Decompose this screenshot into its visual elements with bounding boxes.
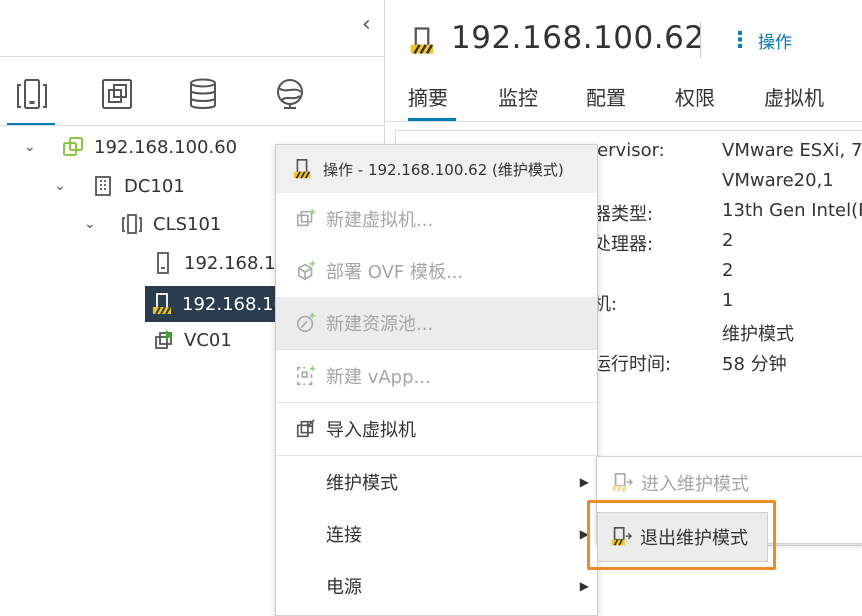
page-title: 192.168.100.62 — [451, 20, 705, 56]
vm-running-icon — [150, 327, 176, 353]
divider — [385, 121, 862, 122]
menu-item-label: 电源 — [326, 577, 362, 598]
tree-item-cluster[interactable]: CLS101 — [119, 210, 221, 238]
tab-vms-and-templates[interactable] — [97, 74, 137, 114]
tab-networking[interactable] — [270, 74, 310, 114]
blank-icon-slot — [293, 573, 319, 599]
menu-item-label: 新建 vApp... — [326, 367, 431, 388]
vcenter-icon — [60, 134, 86, 160]
host-maintenance-icon — [150, 291, 174, 317]
deploy-ovf-icon — [293, 258, 319, 284]
divider — [0, 56, 384, 57]
tree-item-vcenter[interactable]: 192.168.100.60 — [60, 133, 237, 161]
host-icon — [150, 250, 176, 276]
collapse-panel-icon[interactable]: ‹ — [362, 14, 371, 36]
tree-item-label: DC101 — [124, 175, 185, 197]
menu-item-connection[interactable]: 连接 ▶ — [276, 508, 597, 560]
tree-item-label: 192.168.100.60 — [94, 136, 238, 158]
new-vapp-icon — [293, 363, 319, 389]
menu-item-new-resource-pool[interactable]: 新建资源池... — [276, 297, 597, 349]
menu-item-label: 维护模式 — [326, 473, 398, 494]
menu-item-maintenance-mode[interactable]: 维护模式 ▶ — [276, 456, 597, 508]
tab-permissions[interactable]: 权限 — [675, 82, 715, 111]
menu-item-new-vapp[interactable]: 新建 vApp... — [276, 350, 597, 402]
summary-value: VMware20,1 — [722, 170, 834, 191]
tab-monitor[interactable]: 监控 — [498, 82, 538, 111]
new-vm-icon — [293, 206, 319, 232]
actions-button[interactable]: ⋮ 操作 — [729, 28, 792, 53]
database-icon — [190, 78, 216, 109]
hosts-clusters-icon — [17, 79, 47, 109]
tree-item-label: CLS101 — [153, 213, 222, 235]
menu-item-label: 部署 OVF 模板... — [326, 262, 464, 283]
submenu-arrow-icon: ▶ — [579, 475, 589, 489]
vms-templates-icon — [102, 79, 132, 109]
summary-value: 58 分钟 — [722, 354, 787, 375]
tree-item-datacenter[interactable]: DC101 — [90, 172, 185, 200]
menu-item-enter-maintenance[interactable]: 进入维护模式 — [597, 461, 862, 505]
tab-summary[interactable]: 摘要 — [408, 82, 448, 111]
network-globe-icon — [277, 79, 303, 109]
blank-icon-slot — [293, 469, 319, 495]
divider — [0, 125, 384, 126]
tree-item-label: 192.168.10 — [184, 252, 288, 274]
summary-value: 2 — [722, 260, 734, 281]
tab-hosts-and-clusters[interactable] — [12, 74, 52, 114]
host-maintenance-icon — [291, 156, 317, 182]
tab-configure[interactable]: 配置 — [586, 82, 626, 111]
tree-item-label: 192.168.10 — [182, 293, 286, 315]
menu-item-label: 进入维护模式 — [641, 474, 749, 495]
menu-item-label: 连接 — [326, 525, 362, 546]
summary-value: 1 — [722, 290, 734, 311]
chevron-down-icon[interactable]: ⌄ — [54, 178, 66, 194]
actions-label: 操作 — [758, 33, 792, 53]
import-vm-icon — [293, 416, 319, 442]
submenu-arrow-icon: ▶ — [579, 579, 589, 593]
context-menu-title: 操作 - 192.168.100.62 (维护模式) — [323, 160, 564, 179]
blank-icon-slot — [293, 521, 319, 547]
chevron-down-icon[interactable]: ⌄ — [24, 139, 36, 155]
actions-context-menu: 操作 - 192.168.100.62 (维护模式) 新建虚拟机... 部署 O… — [275, 144, 598, 616]
menu-item-label: 新建资源池... — [326, 314, 434, 335]
summary-value: 13th Gen Intel(R — [722, 200, 862, 221]
new-resource-pool-icon — [293, 310, 319, 336]
summary-value: 2 — [722, 230, 734, 251]
enter-maintenance-icon — [609, 470, 635, 496]
tab-storage[interactable] — [183, 74, 223, 114]
host-maintenance-icon — [407, 26, 437, 60]
tree-item-host[interactable]: 192.168.10 — [150, 249, 287, 277]
summary-value: VMware ESXi, 7 — [722, 140, 862, 161]
divider — [700, 22, 701, 58]
tab-vms[interactable]: 虚拟机 — [764, 82, 824, 111]
highlight-annotation — [587, 500, 776, 570]
more-vertical-icon: ⋮ — [729, 27, 751, 53]
chevron-down-icon[interactable]: ⌄ — [84, 216, 96, 232]
context-menu-header: 操作 - 192.168.100.62 (维护模式) — [276, 145, 597, 193]
menu-item-power[interactable]: 电源 ▶ — [276, 560, 597, 612]
menu-item-import-vm[interactable]: 导入虚拟机 — [276, 403, 597, 455]
tree-item-host-selected[interactable]: 192.168.10 — [145, 286, 285, 322]
tree-item-vm[interactable]: VC01 — [150, 326, 232, 354]
datacenter-icon — [90, 173, 116, 199]
menu-item-label: 新建虚拟机... — [326, 210, 434, 231]
menu-item-new-vm[interactable]: 新建虚拟机... — [276, 193, 597, 245]
menu-item-deploy-ovf[interactable]: 部署 OVF 模板... — [276, 245, 597, 297]
menu-item-label: 导入虚拟机 — [326, 420, 416, 441]
summary-value: 维护模式 — [722, 324, 794, 345]
tree-item-label: VC01 — [184, 329, 232, 351]
cluster-icon — [119, 211, 145, 237]
